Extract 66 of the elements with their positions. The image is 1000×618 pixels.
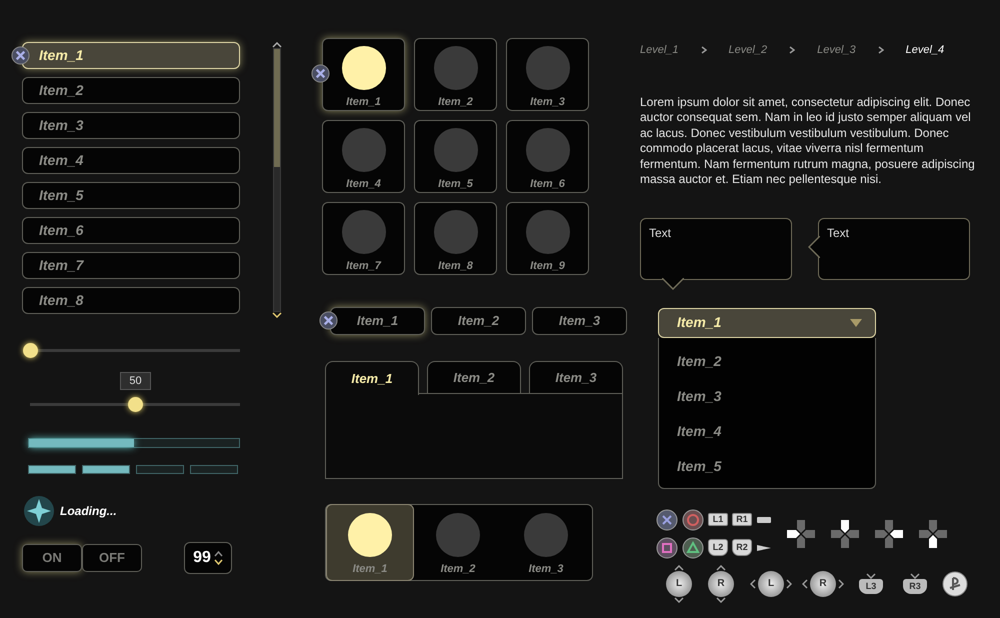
menu-button[interactable]: Item_3 [532,307,627,335]
tile-label: Item_6 [530,176,565,192]
stick-press-key: L3 [859,579,883,594]
tile-label: Item_7 [346,258,381,274]
tile-label: Item_3 [530,94,565,110]
list-item[interactable]: Item_5 [22,182,240,209]
breadcrumb-link[interactable]: Level_2 [728,42,768,58]
grid-tile[interactable]: Item_4 [322,120,405,193]
bubble-text: Text [649,226,672,240]
dropdown-option[interactable]: Item_2 [677,344,875,378]
paragraph: Lorem ipsum dolor sit amet, consectetur adipiscing elit. Donec auctor consequat sem. Nam in leo id justo semper aliquam vel ac lacus. Donec vestibulum vestibulum vestibulum. Donec commodo placerat lacus, vitae viverra nisl fermentum fermentum. Nam fermentum rutrum magna, posuere adipiscing massa auctor et. Etiam nec pellentesque nisi. [640,94,976,188]
analog-stick: R [810,570,836,596]
analog-stick: L [758,570,784,596]
shoulder-key: R1 [732,513,752,526]
list-item[interactable]: Item_2 [22,77,240,104]
dropdown-option[interactable]: Item_4 [677,414,875,448]
tab[interactable]: Item_1 [325,361,419,395]
list-item[interactable]: Item_1 [22,42,240,69]
icon-tab[interactable]: Item_3 [502,504,590,580]
grid-tile[interactable]: Item_6 [506,120,589,193]
toggle-option[interactable]: OFF [82,544,142,572]
grid-tile[interactable]: Item_3 [506,38,589,111]
grid-tile[interactable]: Item_5 [414,120,497,193]
tab-label: Item_1 [352,562,388,576]
list-item[interactable]: Item_6 [22,217,240,244]
number-stepper[interactable]: 99 [184,542,232,574]
tile-label: Item_1 [346,94,381,110]
dropdown-option[interactable]: Item_5 [677,448,875,484]
list-item[interactable]: Item_8 [22,287,240,314]
stick-press-key: R3 [903,579,927,594]
tab[interactable]: Item_3 [529,361,623,393]
value-tooltip: 50 [120,372,151,390]
menu-button[interactable]: Item_1 [330,307,425,335]
analog-stick: L [666,570,692,596]
icon-tab[interactable]: Item_2 [414,504,502,580]
grid-tile[interactable]: Item_1 [322,38,405,111]
tab-label: Item_3 [528,562,564,576]
tab-label: Item_2 [440,562,476,576]
tile-label: Item_4 [346,176,381,192]
icon-tab[interactable]: Item_1 [326,504,414,580]
tile-label: Item_5 [438,176,473,192]
bubble-text: Text [827,226,850,240]
dropdown-value: Item_1 [677,313,722,332]
breadcrumb-link[interactable]: Level_4 [906,42,944,58]
menu-button[interactable]: Item_2 [431,307,526,335]
tile-label: Item_8 [438,258,473,274]
trigger-key: L2 [708,539,728,556]
grid-tile[interactable]: Item_8 [414,202,497,275]
tile-label: Item_9 [530,258,565,274]
tile-label: Item_2 [438,94,473,110]
trigger-key: R2 [732,539,752,556]
list-item[interactable]: Item_4 [22,147,240,174]
dropdown[interactable]: Item_1 [658,308,876,338]
breadcrumb-link[interactable]: Level_1 [640,42,679,58]
list-item[interactable]: Item_7 [22,252,240,279]
analog-stick: R [708,570,734,596]
loading-label: Loading... [60,503,117,520]
tab[interactable]: Item_2 [427,361,521,393]
dropdown-option[interactable]: Item_3 [677,378,875,414]
shoulder-key: L1 [708,513,728,526]
list-item[interactable]: Item_3 [22,112,240,139]
grid-tile[interactable]: Item_2 [414,38,497,111]
toggle-option[interactable]: ON [22,544,82,572]
breadcrumb-link[interactable]: Level_3 [817,42,856,58]
grid-tile[interactable]: Item_9 [506,202,589,275]
grid-tile[interactable]: Item_7 [322,202,405,275]
